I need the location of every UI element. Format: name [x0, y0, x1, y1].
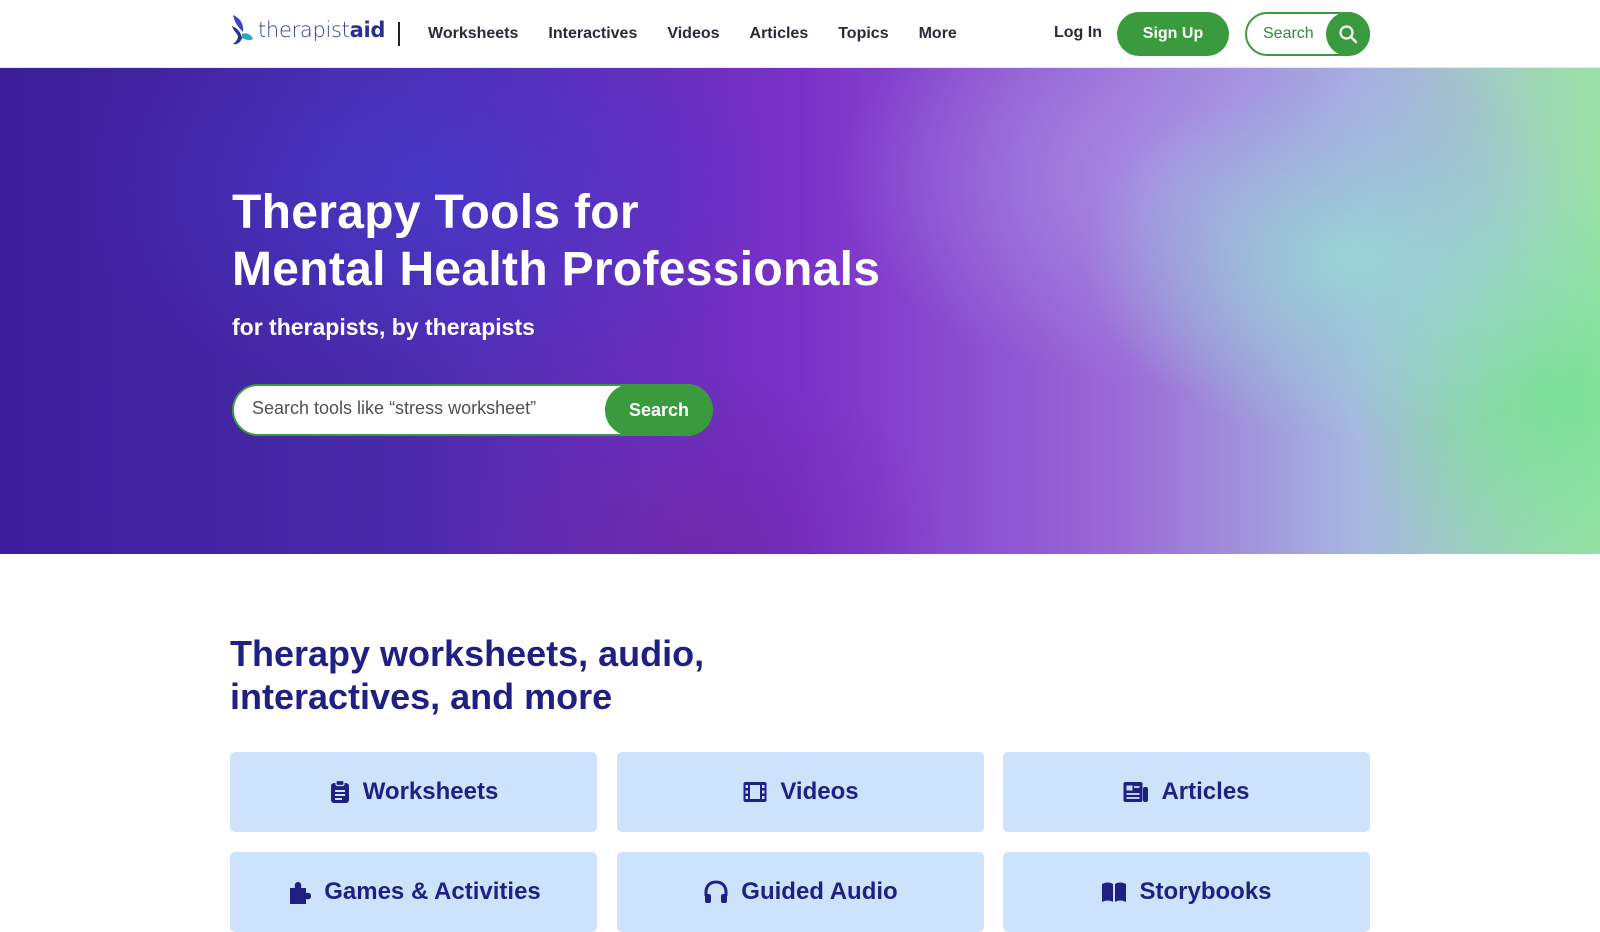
nav-videos[interactable]: Videos [667, 25, 719, 43]
therapistaid-logo[interactable]: therapistaid [230, 10, 385, 50]
card-videos[interactable]: Videos [617, 752, 984, 832]
book-icon [1101, 880, 1127, 904]
magnifier-icon [1339, 25, 1358, 44]
nav-articles[interactable]: Articles [750, 25, 809, 43]
header-search[interactable]: Search [1245, 12, 1370, 56]
hero-subtitle: for therapists, by therapists [232, 314, 535, 340]
headphones-icon [703, 880, 729, 904]
card-storybooks[interactable]: Storybooks [1003, 852, 1370, 932]
card-label: Articles [1161, 778, 1250, 805]
card-label: Guided Audio [741, 878, 898, 905]
film-icon [742, 780, 768, 804]
logo-wordmark: therapistaid [258, 18, 386, 42]
site-header: therapistaid Worksheets Interactives Vid… [0, 0, 1600, 68]
section-title: Therapy worksheets, audio, interactives,… [230, 632, 704, 718]
hero-search-bar: Search [232, 384, 713, 436]
hero-search-input[interactable] [252, 398, 582, 419]
nav-topics[interactable]: Topics [838, 25, 888, 43]
hero-title: Therapy Tools for Mental Health Professi… [232, 184, 880, 298]
nav-interactives[interactable]: Interactives [548, 25, 637, 43]
newspaper-icon [1123, 780, 1149, 804]
card-games-activities[interactable]: Games & Activities [230, 852, 597, 932]
clipboard-icon [329, 780, 351, 804]
signup-button[interactable]: Sign Up [1117, 12, 1229, 56]
section-title-line1: Therapy worksheets, audio, [230, 633, 705, 674]
section-title-line2: interactives, and more [230, 676, 613, 717]
card-label: Worksheets [362, 778, 499, 805]
butterfly-logo-icon [232, 15, 253, 45]
puzzle-icon [286, 880, 312, 904]
header-divider [398, 22, 400, 46]
nav-worksheets[interactable]: Worksheets [428, 25, 518, 43]
card-worksheets[interactable]: Worksheets [230, 752, 597, 832]
header-search-label: Search [1263, 25, 1314, 42]
login-link[interactable]: Log In [1054, 24, 1102, 42]
card-label: Videos [780, 778, 859, 805]
search-icon[interactable] [1326, 12, 1370, 56]
nav-more[interactable]: More [919, 25, 957, 43]
hero-banner: Therapy Tools for Mental Health Professi… [0, 68, 1600, 554]
card-label: Games & Activities [324, 878, 541, 905]
card-label: Storybooks [1139, 878, 1272, 905]
main-nav: Worksheets Interactives Videos Articles … [428, 0, 987, 68]
hero-title-line1: Therapy Tools for [232, 186, 639, 239]
card-guided-audio[interactable]: Guided Audio [617, 852, 984, 932]
hero-search-button[interactable]: Search [605, 384, 713, 436]
hero-title-line2: Mental Health Professionals [232, 243, 881, 296]
card-articles[interactable]: Articles [1003, 752, 1370, 832]
